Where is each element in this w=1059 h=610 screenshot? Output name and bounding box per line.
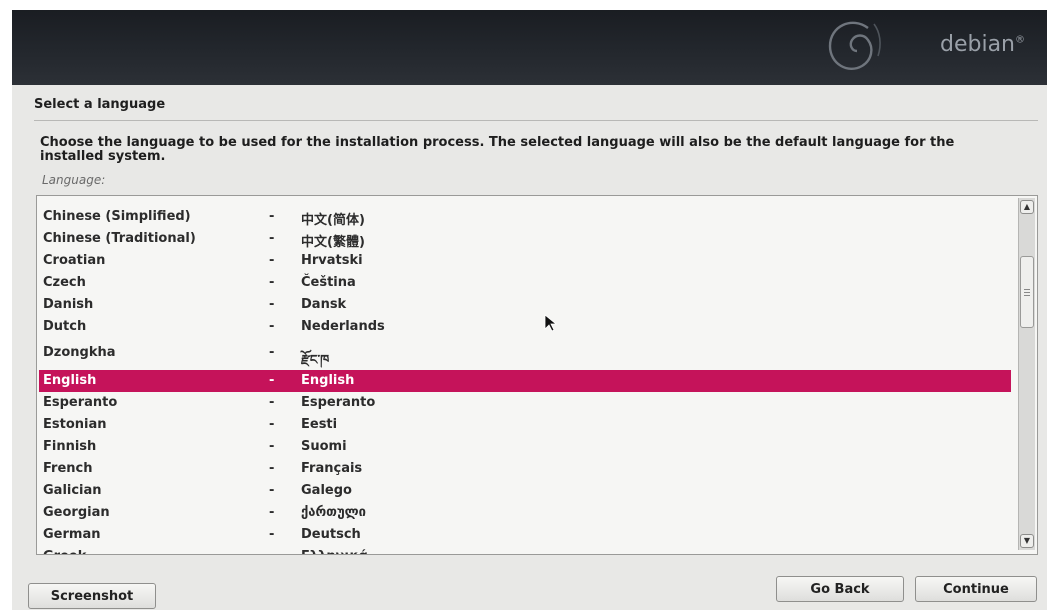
list-item[interactable]: Esperanto - Esperanto — [39, 392, 1011, 414]
language-name: Chinese (Traditional) — [43, 231, 196, 246]
separator: - — [269, 549, 274, 554]
list-item[interactable]: Croatian - Hrvatski — [39, 250, 1011, 272]
native-language-name: Français — [301, 461, 363, 476]
list-item[interactable]: Dutch - Nederlands — [39, 316, 1011, 338]
language-name: Galician — [43, 483, 102, 498]
separator: - — [269, 505, 275, 520]
separator: - — [269, 439, 275, 454]
language-field-label: Language: — [42, 173, 106, 187]
separator: - — [269, 297, 275, 312]
list-item[interactable]: Chinese (Simplified) - 中文(简体) — [39, 206, 1011, 228]
list-item[interactable]: Georgian - ქართული — [39, 502, 1011, 524]
native-language-name: Suomi — [301, 439, 347, 454]
language-name: Dutch — [43, 319, 87, 334]
separator: - — [269, 345, 275, 360]
language-name: Estonian — [43, 417, 107, 432]
list-item[interactable]: Czech - Čeština — [39, 272, 1011, 294]
page-title: Select a language — [34, 97, 166, 112]
go-back-button[interactable]: Go Back — [776, 576, 904, 602]
separator: - — [269, 373, 275, 388]
language-name: Esperanto — [43, 395, 118, 410]
native-language-name: Čeština — [301, 275, 356, 290]
separator: - — [269, 275, 275, 290]
language-name: Danish — [43, 297, 94, 312]
separator: - — [269, 231, 275, 246]
separator: - — [269, 319, 275, 334]
vertical-scrollbar[interactable]: ▲ ▼ — [1018, 198, 1035, 550]
language-name: English — [43, 373, 97, 388]
native-language-name: Dansk — [301, 297, 347, 312]
list-item[interactable]: French - Français — [39, 458, 1011, 480]
list-item-selected[interactable]: English - English — [39, 370, 1011, 392]
language-name: Czech — [43, 275, 86, 290]
separator: - — [269, 417, 275, 432]
native-language-name: Nederlands — [301, 319, 385, 334]
native-language-name: 中文(繁體) — [301, 235, 365, 250]
native-language-name: 中文(简体) — [301, 213, 365, 228]
brand-text: debian — [940, 32, 1016, 57]
list-item[interactable]: Chinese (Traditional) - 中文(繁體) — [39, 228, 1011, 250]
header-banner: debian® — [12, 10, 1047, 85]
mouse-pointer-icon — [544, 314, 558, 332]
separator: - — [269, 461, 275, 476]
separator: - — [269, 395, 275, 410]
language-name: Georgian — [43, 505, 110, 520]
language-name: German — [43, 527, 101, 542]
grip-icon — [1024, 289, 1030, 290]
separator: - — [269, 209, 275, 224]
list-item[interactable]: Estonian - Eesti — [39, 414, 1011, 436]
language-name: Chinese (Simplified) — [43, 209, 191, 224]
language-name: French — [43, 461, 93, 476]
language-name: Dzongkha — [43, 345, 116, 360]
separator: - — [269, 253, 275, 268]
native-language-name: Deutsch — [301, 527, 361, 542]
divider — [34, 120, 1038, 121]
native-language-name: Galego — [301, 483, 352, 498]
language-list[interactable]: Greek - Ελληνικά German - Deutsch Georgian - ქარ… — [36, 195, 1038, 555]
list-item[interactable]: Greek - Ελληνικά — [39, 546, 1011, 554]
debian-logo: debian® — [940, 32, 1025, 57]
screenshot-button[interactable]: Screenshot — [28, 583, 156, 609]
language-name: Finnish — [43, 439, 97, 454]
native-language-name: Hrvatski — [301, 253, 363, 268]
list-item[interactable]: Galician - Galego — [39, 480, 1011, 502]
list-item[interactable]: Finnish - Suomi — [39, 436, 1011, 458]
scroll-down-arrow-icon[interactable]: ▼ — [1020, 534, 1034, 548]
separator: - — [269, 527, 275, 542]
language-name: Greek — [43, 549, 86, 554]
continue-button[interactable]: Continue — [915, 576, 1037, 602]
list-item[interactable]: German - Deutsch — [39, 524, 1011, 546]
native-language-name: Ελληνικά — [301, 549, 368, 554]
list-item[interactable]: Danish - Dansk — [39, 294, 1011, 316]
separator: - — [269, 483, 275, 498]
debian-swirl-icon — [828, 21, 881, 70]
installer-screen: debian® Select a language Choose the lan… — [12, 10, 1047, 610]
language-name: Croatian — [43, 253, 106, 268]
native-language-name: ქართული — [301, 505, 366, 520]
instructions-text: Choose the language to be used for the i… — [40, 135, 955, 164]
scroll-up-arrow-icon[interactable]: ▲ — [1020, 200, 1034, 214]
native-language-name: རྫོང་ཁ — [301, 353, 330, 368]
native-language-name: Esperanto — [301, 395, 376, 410]
list-item[interactable]: Dzongkha - རྫོང་ཁ — [39, 342, 1011, 368]
native-language-name: Eesti — [301, 417, 338, 432]
brand-mark: ® — [1015, 34, 1026, 46]
scrollbar-thumb[interactable] — [1020, 256, 1034, 328]
